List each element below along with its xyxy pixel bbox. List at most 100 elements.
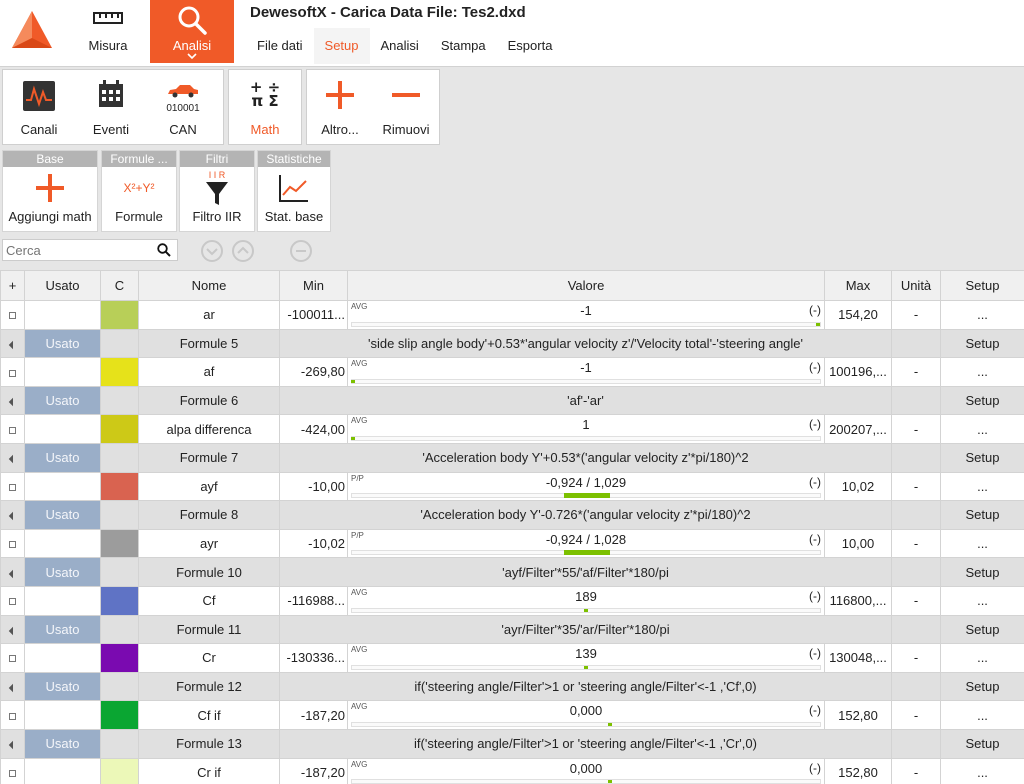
- setup-button[interactable]: Setup: [940, 728, 1024, 759]
- channel-setup-button[interactable]: ...: [940, 471, 1024, 502]
- formula-row[interactable]: Usato Formule 6'af'-'ar' Setup: [0, 385, 1024, 416]
- channel-setup-button[interactable]: ...: [940, 757, 1024, 784]
- used-cell[interactable]: [24, 700, 101, 730]
- math-button[interactable]: + ÷ π Σ Math: [229, 70, 301, 144]
- channel-name[interactable]: ayf: [138, 471, 280, 502]
- channel-row[interactable]: ayf -10,00 P/P -0,924 / 1,029 (-) 10,02-...: [0, 471, 1024, 502]
- can-button[interactable]: 010001 CAN: [147, 70, 219, 144]
- channel-setup-button[interactable]: ...: [940, 357, 1024, 387]
- used-toggle[interactable]: Usato: [24, 500, 101, 530]
- collapse-toggle[interactable]: [0, 557, 25, 587]
- formula-row[interactable]: Usato Formule 8 'Acceleration body Y'-0.72…: [0, 500, 1024, 530]
- used-cell[interactable]: [24, 300, 101, 330]
- row-checkbox[interactable]: [0, 471, 25, 502]
- channel-name[interactable]: Cf: [138, 585, 280, 616]
- collapse-toggle[interactable]: [0, 442, 25, 473]
- used-toggle[interactable]: Usato: [24, 328, 101, 359]
- formula-name[interactable]: Formule 11: [138, 614, 280, 645]
- header-min[interactable]: Min: [279, 270, 348, 301]
- menu-file-dati[interactable]: File dati: [246, 28, 314, 64]
- header-nome[interactable]: Nome: [138, 270, 280, 301]
- channel-setup-button[interactable]: ...: [940, 528, 1024, 559]
- used-cell[interactable]: [24, 357, 101, 387]
- channel-color-swatch[interactable]: [100, 757, 139, 784]
- formula-name[interactable]: Formule 8: [138, 500, 280, 530]
- header-expand[interactable]: +: [0, 270, 25, 301]
- setup-button[interactable]: Setup: [940, 500, 1024, 530]
- channel-color-swatch[interactable]: [100, 643, 139, 673]
- row-checkbox[interactable]: [0, 357, 25, 387]
- altro-button[interactable]: Altro...: [307, 70, 373, 144]
- used-toggle[interactable]: Usato: [24, 385, 101, 416]
- used-cell[interactable]: [24, 757, 101, 784]
- formula-name[interactable]: Formule 5: [138, 328, 280, 359]
- header-unita[interactable]: Unità: [891, 270, 941, 301]
- channel-name[interactable]: Cr: [138, 643, 280, 673]
- move-down-button[interactable]: [201, 240, 223, 262]
- channel-setup-button[interactable]: ...: [940, 700, 1024, 730]
- formula-row[interactable]: Usato Formule 11'ayr/Filter'*35/'ar/Filte…: [0, 614, 1024, 645]
- menu-stampa[interactable]: Stampa: [430, 28, 497, 64]
- setup-button[interactable]: Setup: [940, 671, 1024, 702]
- channel-color-swatch[interactable]: [100, 585, 139, 616]
- used-toggle[interactable]: Usato: [24, 614, 101, 645]
- setup-button[interactable]: Setup: [940, 385, 1024, 416]
- header-valore[interactable]: Valore: [347, 270, 825, 301]
- setup-button[interactable]: Setup: [940, 557, 1024, 587]
- stat-base-button[interactable]: Statistiche Stat. base: [257, 150, 331, 232]
- used-cell[interactable]: [24, 643, 101, 673]
- channel-name[interactable]: af: [138, 357, 280, 387]
- formula-name[interactable]: Formule 10: [138, 557, 280, 587]
- collapse-toggle[interactable]: [0, 728, 25, 759]
- setup-button[interactable]: Setup: [940, 328, 1024, 359]
- used-cell[interactable]: [24, 414, 101, 444]
- setup-button[interactable]: Setup: [940, 442, 1024, 473]
- remove-item-button[interactable]: [290, 240, 312, 262]
- row-checkbox[interactable]: [0, 414, 25, 444]
- filtro-iir-button[interactable]: Filtri I I R Filtro IIR: [179, 150, 255, 232]
- header-max[interactable]: Max: [824, 270, 892, 301]
- used-cell[interactable]: [24, 528, 101, 559]
- channel-color-swatch[interactable]: [100, 414, 139, 444]
- used-toggle[interactable]: Usato: [24, 442, 101, 473]
- channel-name[interactable]: ayr: [138, 528, 280, 559]
- channel-row[interactable]: Cf if -187,20 AVG 0,000 (-) 152,80-...: [0, 700, 1024, 730]
- channel-row[interactable]: af -269,80 AVG -1 (-) 100196,... -...: [0, 357, 1024, 387]
- formula-name[interactable]: Formule 7: [138, 442, 280, 473]
- formula-name[interactable]: Formule 6: [138, 385, 280, 416]
- channel-name[interactable]: Cr if: [138, 757, 280, 784]
- channel-setup-button[interactable]: ...: [940, 300, 1024, 330]
- menu-analisi[interactable]: Analisi: [370, 28, 430, 64]
- formula-name[interactable]: Formule 12: [138, 671, 280, 702]
- used-toggle[interactable]: Usato: [24, 728, 101, 759]
- channel-row[interactable]: Cr if -187,20 AVG 0,000 (-) 152,80-...: [0, 757, 1024, 784]
- collapse-toggle[interactable]: [0, 671, 25, 702]
- channel-name[interactable]: Cf if: [138, 700, 280, 730]
- channel-color-swatch[interactable]: [100, 471, 139, 502]
- move-up-button[interactable]: [232, 240, 254, 262]
- collapse-toggle[interactable]: [0, 500, 25, 530]
- rimuovi-button[interactable]: Rimuovi: [373, 70, 439, 144]
- used-cell[interactable]: [24, 471, 101, 502]
- formule-button[interactable]: Formule ... X²+Y² Formule: [101, 150, 177, 232]
- channel-setup-button[interactable]: ...: [940, 414, 1024, 444]
- header-setup[interactable]: Setup: [940, 270, 1024, 301]
- header-color[interactable]: C: [100, 270, 139, 301]
- collapse-toggle[interactable]: [0, 385, 25, 416]
- row-checkbox[interactable]: [0, 700, 25, 730]
- formula-row[interactable]: Usato Formule 7 'Acceleration body Y'+0.53…: [0, 442, 1024, 473]
- search-icon[interactable]: [157, 243, 171, 257]
- menu-setup[interactable]: Setup: [313, 28, 370, 64]
- eventi-button[interactable]: Eventi: [75, 70, 147, 144]
- channel-row[interactable]: Cf -116988... AVG 189 (-) 116800,... -...: [0, 585, 1024, 616]
- aggiungi-math-button[interactable]: Base Aggiungi math: [2, 150, 98, 232]
- menu-esporta[interactable]: Esporta: [497, 28, 564, 64]
- analisi-mode-button[interactable]: Analisi: [150, 0, 234, 63]
- channel-color-swatch[interactable]: [100, 357, 139, 387]
- channel-name[interactable]: ar: [138, 300, 280, 330]
- header-usato[interactable]: Usato: [24, 270, 101, 301]
- misura-mode-button[interactable]: Misura: [72, 0, 144, 66]
- formula-row[interactable]: Usato Formule 5'side slip angle body'+0.5…: [0, 328, 1024, 359]
- channel-setup-button[interactable]: ...: [940, 585, 1024, 616]
- formula-row[interactable]: Usato Formule 12 if('steering angle/Filter…: [0, 671, 1024, 702]
